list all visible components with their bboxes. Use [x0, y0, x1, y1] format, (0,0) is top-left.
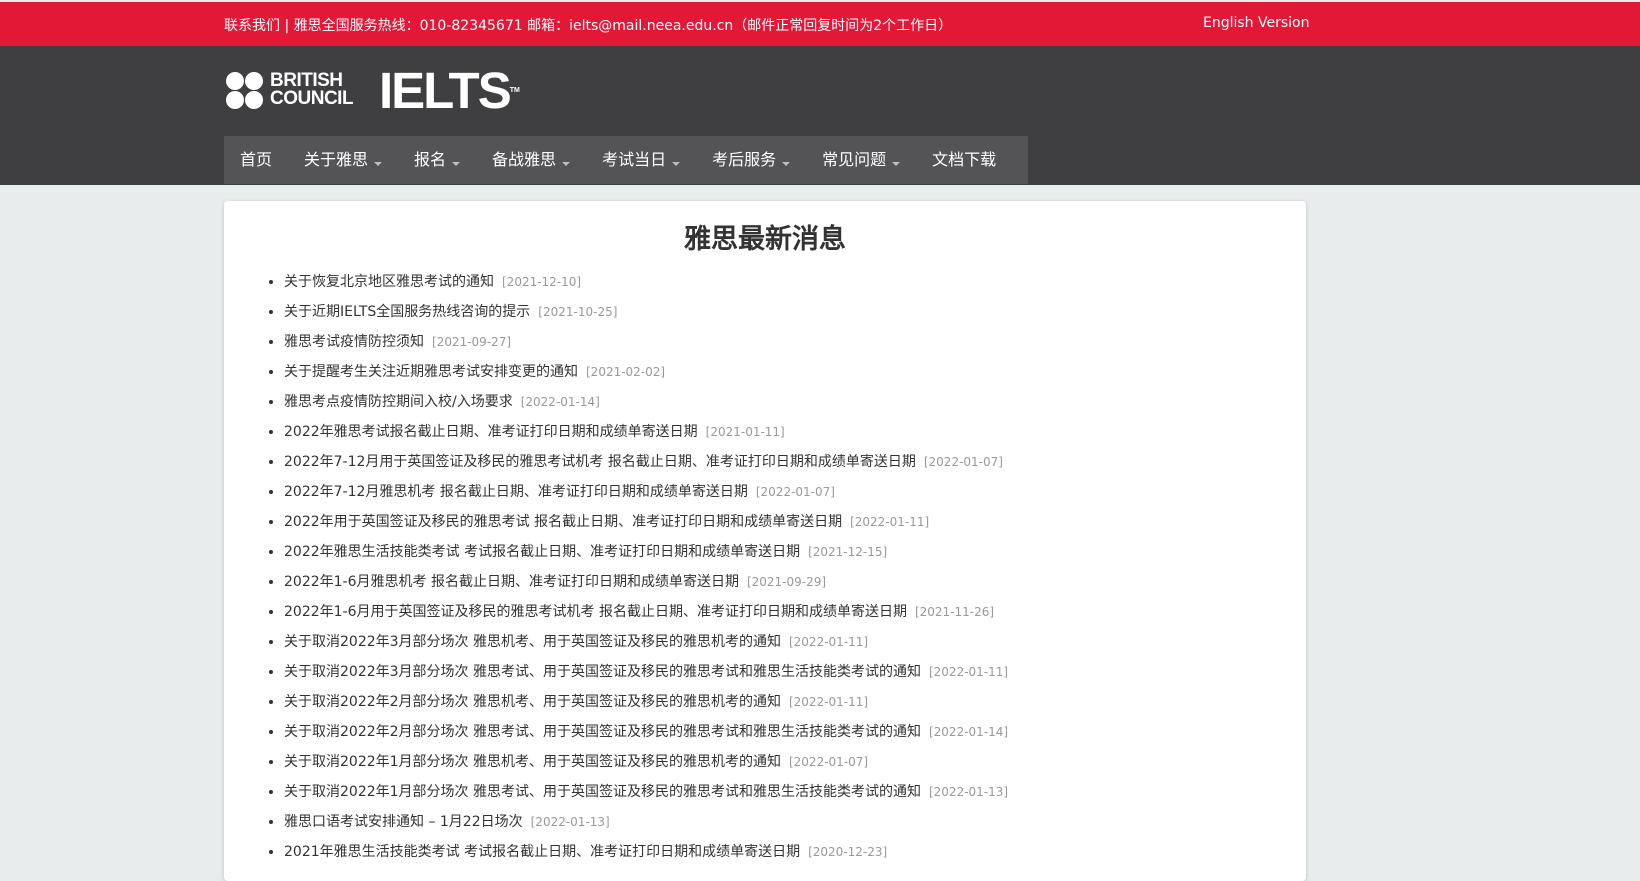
news-link[interactable]: 关于近期IELTS全国服务热线咨询的提示 — [284, 304, 530, 320]
news-link[interactable]: 2021年雅思生活技能类考试 考试报名截止日期、准考证打印日期和成绩单寄送日期 — [284, 844, 800, 860]
nav-faq[interactable]: 常见问题 — [806, 136, 916, 184]
nav-about-ielts[interactable]: 关于雅思 — [288, 136, 398, 184]
news-item: 2022年用于英国签证及移民的雅思考试 报名截止日期、准考证打印日期和成绩单寄送… — [284, 507, 1008, 537]
news-link[interactable]: 雅思口语考试安排通知 – 1月22日场次 — [284, 814, 523, 830]
news-date: [2022-01-11] — [788, 695, 869, 709]
news-item: 关于取消2022年1月部分场次 雅思考试、用于英国签证及移民的雅思考试和雅思生活… — [284, 777, 1008, 807]
top-bar: 联系我们 | 雅思全国服务热线：010-82345671 邮箱：ielts@ma… — [0, 2, 1640, 46]
news-link[interactable]: 关于恢复北京地区雅思考试的通知 — [284, 274, 494, 290]
caret-down-icon — [892, 161, 901, 166]
news-link[interactable]: 关于取消2022年1月部分场次 雅思机考、用于英国签证及移民的雅思机考的通知 — [284, 754, 781, 770]
news-date: [2022-01-13] — [928, 785, 1009, 799]
site-header: BRITISH COUNCIL IELTSTM 首页 关于雅思 报名 备战雅思 … — [0, 46, 1640, 185]
caret-down-icon — [782, 161, 791, 166]
news-date: [2022-01-14] — [928, 725, 1009, 739]
news-date: [2021-12-10] — [502, 275, 582, 289]
news-date: [2022-01-14] — [520, 395, 600, 409]
news-date: [2021-09-27] — [432, 335, 512, 349]
news-link[interactable]: 关于取消2022年1月部分场次 雅思考试、用于英国签证及移民的雅思考试和雅思生活… — [284, 784, 921, 800]
nav-preparation[interactable]: 备战雅思 — [476, 136, 586, 184]
british-council-wordmark: BRITISH COUNCIL — [270, 70, 354, 109]
news-date: [2022-01-11] — [928, 665, 1009, 679]
news-date: [2021-12-15] — [808, 545, 888, 559]
news-item: 雅思考试疫情防控须知 [2021-09-27] — [284, 327, 1008, 357]
news-date: [2021-02-02] — [586, 365, 666, 379]
news-link[interactable]: 雅思考点疫情防控期间入校/入场要求 — [284, 394, 513, 410]
news-item: 2022年雅思生活技能类考试 考试报名截止日期、准考证打印日期和成绩单寄送日期 [… — [284, 537, 1008, 567]
news-item: 2022年雅思考试报名截止日期、准考证打印日期和成绩单寄送日期 [2021-01-… — [284, 417, 1008, 447]
news-link[interactable]: 关于取消2022年3月部分场次 雅思考试、用于英国签证及移民的雅思考试和雅思生活… — [284, 664, 921, 680]
news-link[interactable]: 2022年7-12月雅思机考 报名截止日期、准考证打印日期和成绩单寄送日期 — [284, 484, 748, 500]
ielts-wordmark: IELTSTM — [379, 62, 520, 119]
news-panel: 雅思最新消息 关于恢复北京地区雅思考试的通知 [2021-12-10] 关于近期IE… — [224, 201, 1306, 881]
caret-down-icon — [672, 161, 681, 166]
nav-test-day[interactable]: 考试当日 — [586, 136, 696, 184]
news-item: 2022年1-6月用于英国签证及移民的雅思考试机考 报名截止日期、准考证打印日期… — [284, 597, 1008, 627]
news-item: 关于近期IELTS全国服务热线咨询的提示 [2021-10-25] — [284, 297, 1008, 327]
caret-down-icon — [452, 161, 461, 166]
news-date: [2021-09-29] — [746, 575, 827, 589]
news-item: 关于取消2022年3月部分场次 雅思考试、用于英国签证及移民的雅思考试和雅思生活… — [284, 657, 1008, 687]
news-item: 雅思口语考试安排通知 – 1月22日场次 [2022-01-13] — [284, 807, 1008, 837]
news-item: 关于取消2022年2月部分场次 雅思考试、用于英国签证及移民的雅思考试和雅思生活… — [284, 717, 1008, 747]
news-link[interactable]: 关于提醒考生关注近期雅思考试安排变更的通知 — [284, 364, 578, 380]
nav-after-test[interactable]: 考后服务 — [696, 136, 806, 184]
news-list: 关于恢复北京地区雅思考试的通知 [2021-12-10] 关于近期IELTS全国服务… — [260, 267, 1008, 867]
main-nav: 首页 关于雅思 报名 备战雅思 考试当日 考后服务 常见问题 文档下载 — [224, 136, 1028, 184]
nav-registration[interactable]: 报名 — [398, 136, 476, 184]
page-title: 雅思最新消息 — [684, 224, 846, 255]
news-link[interactable]: 2022年用于英国签证及移民的雅思考试 报名截止日期、准考证打印日期和成绩单寄送… — [284, 514, 842, 530]
news-link[interactable]: 关于取消2022年2月部分场次 雅思机考、用于英国签证及移民的雅思机考的通知 — [284, 694, 781, 710]
news-date: [2022-01-11] — [788, 635, 869, 649]
news-link[interactable]: 关于取消2022年3月部分场次 雅思机考、用于英国签证及移民的雅思机考的通知 — [284, 634, 781, 650]
news-link[interactable]: 关于取消2022年2月部分场次 雅思考试、用于英国签证及移民的雅思考试和雅思生活… — [284, 724, 921, 740]
news-item: 2022年1-6月雅思机考 报名截止日期、准考证打印日期和成绩单寄送日期 [202… — [284, 567, 1008, 597]
news-date: [2022-01-11] — [850, 515, 930, 529]
news-item: 2022年7-12月用于英国签证及移民的雅思考试机考 报名截止日期、准考证打印日… — [284, 447, 1008, 477]
news-date: [2022-01-07] — [755, 485, 835, 499]
contact-info: 联系我们 | 雅思全国服务热线：010-82345671 邮箱：ielts@ma… — [224, 18, 953, 34]
news-link[interactable]: 雅思考试疫情防控须知 — [284, 334, 424, 350]
news-date: [2021-11-26] — [914, 605, 995, 619]
news-item: 关于取消2022年3月部分场次 雅思机考、用于英国签证及移民的雅思机考的通知 [2… — [284, 627, 1008, 657]
news-link[interactable]: 2022年雅思生活技能类考试 考试报名截止日期、准考证打印日期和成绩单寄送日期 — [284, 544, 800, 560]
news-date: [2021-01-11] — [705, 425, 785, 439]
caret-down-icon — [562, 161, 571, 166]
news-item: 关于取消2022年2月部分场次 雅思机考、用于英国签证及移民的雅思机考的通知 [2… — [284, 687, 1008, 717]
nav-home[interactable]: 首页 — [224, 136, 288, 184]
news-link[interactable]: 2022年1-6月用于英国签证及移民的雅思考试机考 报名截止日期、准考证打印日期… — [284, 604, 907, 620]
news-link[interactable]: 2022年雅思考试报名截止日期、准考证打印日期和成绩单寄送日期 — [284, 424, 698, 440]
news-link[interactable]: 2022年7-12月用于英国签证及移民的雅思考试机考 报名截止日期、准考证打印日… — [284, 454, 916, 470]
caret-down-icon — [374, 161, 383, 166]
news-link[interactable]: 2022年1-6月雅思机考 报名截止日期、准考证打印日期和成绩单寄送日期 — [284, 574, 739, 590]
news-item: 2021年雅思生活技能类考试 考试报名截止日期、准考证打印日期和成绩单寄送日期 [… — [284, 837, 1008, 867]
news-item: 2022年7-12月雅思机考 报名截止日期、准考证打印日期和成绩单寄送日期 [20… — [284, 477, 1008, 507]
news-item: 关于恢复北京地区雅思考试的通知 [2021-12-10] — [284, 267, 1008, 297]
nav-downloads[interactable]: 文档下载 — [916, 136, 1012, 184]
news-date: [2022-01-07] — [923, 455, 1003, 469]
news-item: 雅思考点疫情防控期间入校/入场要求 [2022-01-14] — [284, 387, 1008, 417]
news-item: 关于提醒考生关注近期雅思考试安排变更的通知 [2021-02-02] — [284, 357, 1008, 387]
news-date: [2022-01-07] — [788, 755, 869, 769]
news-item: 关于取消2022年1月部分场次 雅思机考、用于英国签证及移民的雅思机考的通知 [2… — [284, 747, 1008, 777]
news-date: [2020-12-23] — [808, 845, 888, 859]
english-version-link[interactable]: English Version — [1203, 15, 1309, 31]
news-date: [2022-01-13] — [530, 815, 610, 829]
british-council-logo-icon — [224, 70, 264, 110]
news-date: [2021-10-25] — [538, 305, 618, 319]
